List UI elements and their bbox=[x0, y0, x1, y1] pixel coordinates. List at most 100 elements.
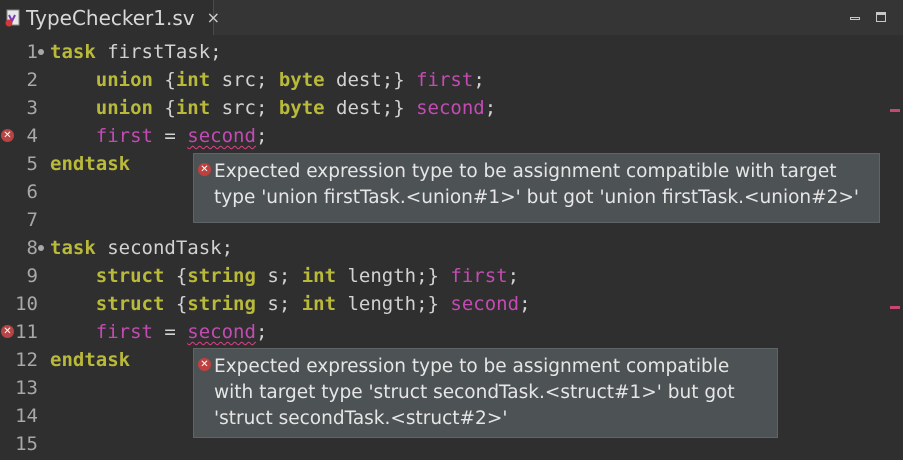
code-token: ; bbox=[507, 265, 520, 287]
code-token: = bbox=[152, 321, 188, 343]
tab-typechecker[interactable]: TypeChecker1.sv × bbox=[0, 0, 220, 35]
line-number: 1 bbox=[26, 41, 38, 63]
identifier-token: second bbox=[416, 97, 485, 119]
line-number: 15 bbox=[15, 433, 38, 455]
code-text: endtask bbox=[50, 346, 130, 374]
hover-text-line: 'struct secondTask.<struct#2>' bbox=[214, 408, 508, 429]
keyword-token: union bbox=[95, 97, 153, 119]
code-token: ; bbox=[519, 293, 531, 315]
identifier-token: first bbox=[450, 265, 508, 287]
code-token: { bbox=[152, 97, 176, 119]
code-line[interactable]: ✕ 4 first = second; bbox=[0, 122, 880, 150]
overview-error-mark[interactable] bbox=[890, 306, 900, 309]
code-line[interactable]: 9 struct {string s; int length;} first; bbox=[0, 262, 880, 290]
keyword-token: endtask bbox=[50, 153, 131, 175]
code-line[interactable]: ✕ 11 first = second; bbox=[0, 318, 880, 346]
hover-text-line: with target type 'struct secondTask.<str… bbox=[214, 382, 735, 403]
keyword-token: byte bbox=[278, 97, 325, 119]
code-line[interactable]: 3 union {int src; byte dest;} second; bbox=[0, 94, 880, 122]
code-text: first = second; bbox=[50, 318, 268, 346]
error-hover-1: ✕ Expected expression type to be assignm… bbox=[193, 153, 880, 223]
identifier-token: first bbox=[416, 69, 474, 91]
minimize-icon[interactable] bbox=[850, 12, 860, 22]
code-token: ; bbox=[473, 69, 485, 91]
line-number: 7 bbox=[26, 209, 38, 231]
code-token: ; bbox=[255, 125, 268, 147]
tab-close-icon[interactable]: × bbox=[207, 8, 220, 27]
code-token: src; bbox=[210, 97, 279, 119]
keyword-token: string bbox=[187, 293, 256, 315]
keyword-token: struct bbox=[95, 265, 165, 287]
error-identifier-token: second bbox=[187, 321, 256, 343]
code-text: union {int src; byte dest;} first; bbox=[50, 66, 485, 94]
keyword-token: struct bbox=[95, 293, 165, 315]
identifier-token: first bbox=[95, 321, 153, 343]
line-number: 13 bbox=[15, 377, 38, 399]
keyword-token: string bbox=[187, 265, 256, 287]
maximize-icon[interactable] bbox=[876, 12, 886, 22]
keyword-token: task bbox=[50, 41, 96, 63]
code-text: task secondTask; bbox=[50, 234, 233, 262]
code-token: dest;} bbox=[324, 97, 417, 119]
hover-text-line: Expected expression type to be assignmen… bbox=[214, 356, 730, 377]
keyword-token: union bbox=[95, 69, 153, 91]
editor-tab-bar: TypeChecker1.sv × bbox=[0, 0, 903, 35]
hover-text-line: type 'union firstTask.<union#1>' but got… bbox=[214, 187, 859, 208]
fold-icon[interactable] bbox=[38, 49, 44, 55]
line-number: 14 bbox=[15, 405, 38, 427]
sv-file-icon bbox=[4, 9, 22, 27]
code-token: s; bbox=[255, 293, 302, 315]
keyword-token: int bbox=[301, 293, 337, 315]
error-icon: ✕ bbox=[198, 358, 211, 371]
code-line[interactable]: 1 task firstTask; bbox=[0, 38, 880, 66]
identifier-token: second bbox=[450, 293, 520, 315]
code-line[interactable]: 8 task secondTask; bbox=[0, 234, 880, 262]
code-text: first = second; bbox=[50, 122, 268, 150]
line-number: 5 bbox=[26, 153, 38, 175]
code-token: length;} bbox=[336, 265, 451, 287]
code-token: ; bbox=[255, 321, 268, 343]
line-number: 9 bbox=[26, 265, 38, 287]
code-token: ; bbox=[484, 97, 497, 119]
line-number: 2 bbox=[26, 69, 38, 91]
code-token: { bbox=[164, 293, 188, 315]
error-hover-2: ✕ Expected expression type to be assignm… bbox=[193, 348, 778, 438]
keyword-token: int bbox=[175, 69, 211, 91]
code-token: length;} bbox=[336, 293, 451, 315]
code-text: endtask bbox=[50, 150, 130, 178]
overview-error-mark[interactable] bbox=[890, 109, 900, 112]
line-number: 3 bbox=[26, 97, 38, 119]
code-line[interactable]: 2 union {int src; byte dest;} first; bbox=[0, 66, 880, 94]
code-text: union {int src; byte dest;} second; bbox=[50, 94, 496, 122]
hover-text-line: Expected expression type to be assignmen… bbox=[214, 161, 837, 182]
code-token: secondTask; bbox=[95, 237, 234, 259]
code-token: firstTask; bbox=[95, 41, 222, 63]
code-token: = bbox=[152, 125, 188, 147]
line-number: 10 bbox=[15, 293, 38, 315]
code-token: dest;} bbox=[324, 69, 417, 91]
keyword-token: byte bbox=[278, 69, 325, 91]
line-number: 8 bbox=[26, 237, 38, 259]
identifier-token: first bbox=[95, 125, 153, 147]
fold-icon[interactable] bbox=[38, 245, 44, 251]
line-number: 6 bbox=[26, 181, 38, 203]
keyword-token: task bbox=[50, 237, 96, 259]
code-token: s; bbox=[255, 265, 302, 287]
line-number: 4 bbox=[26, 125, 38, 147]
code-token: { bbox=[164, 265, 188, 287]
code-line[interactable]: 10 struct {string s; int length;} second… bbox=[0, 290, 880, 318]
error-icon: ✕ bbox=[198, 163, 211, 176]
keyword-token: int bbox=[301, 265, 337, 287]
keyword-token: endtask bbox=[50, 349, 131, 371]
tab-title: TypeChecker1.sv bbox=[26, 5, 195, 30]
error-identifier-token: second bbox=[187, 125, 256, 147]
keyword-token: int bbox=[175, 97, 211, 119]
line-number: 11 bbox=[15, 321, 38, 343]
code-token: src; bbox=[210, 69, 279, 91]
